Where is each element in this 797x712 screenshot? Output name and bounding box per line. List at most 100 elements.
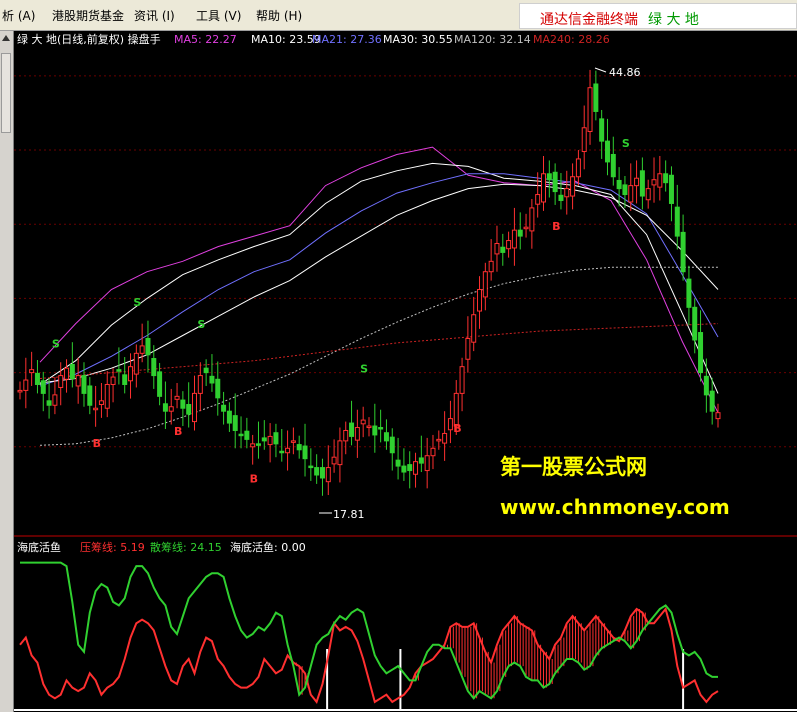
candle-body (366, 425, 372, 429)
brand-box: 通达信金融终端 绿 大 地 (519, 3, 797, 29)
candle-body (215, 378, 221, 399)
candle-body (378, 427, 384, 430)
candle-body (64, 367, 70, 380)
candle-body (459, 366, 465, 394)
candle-body (511, 229, 517, 249)
watermark-title: 第一股票公式网 (500, 455, 647, 479)
candle-body (122, 374, 128, 385)
candle-body (500, 246, 506, 253)
candle-body (570, 176, 576, 197)
candle-body (715, 412, 721, 420)
candle-body (116, 369, 122, 372)
candle-body (23, 379, 29, 391)
candle-body (709, 390, 715, 412)
candle-body (465, 337, 471, 360)
buy-signal: B (93, 437, 101, 450)
candle-body (552, 171, 558, 193)
candle-body (17, 389, 23, 393)
menu-analysis[interactable]: 析 (A) (2, 7, 35, 24)
candle-body (192, 392, 197, 423)
candle-body (296, 444, 302, 451)
candle-body (634, 177, 640, 187)
candle-body (255, 443, 261, 446)
menu-hk-futures-funds[interactable]: 港股期货基金 (52, 7, 124, 24)
candle-body (703, 375, 709, 396)
menu-tools[interactable]: 工具 (V) (196, 7, 241, 24)
candle-body (639, 170, 645, 197)
ma240-label: MA240: 28.26 (533, 33, 610, 46)
candle-body (622, 184, 628, 196)
watermark-url: www.chnmoney.com (500, 495, 730, 519)
main-chart-title: 绿 大 地(日线,前复权) 操盘手 (17, 32, 161, 46)
candle-body (575, 158, 581, 178)
candle-body (29, 369, 35, 374)
candle-body (692, 306, 698, 341)
candle-body (110, 376, 116, 385)
brand-name: 通达信金融终端 (540, 12, 638, 28)
left-scrollbar[interactable] (0, 31, 14, 712)
sell-signal: S (133, 296, 141, 309)
fish-value-label: 海底活鱼: 0.00 (230, 540, 306, 554)
candle-body (308, 465, 314, 469)
candle-body (698, 332, 704, 374)
candle-body (174, 395, 180, 400)
candle-body (587, 87, 593, 132)
ma30-label: MA30: 30.55 (383, 33, 453, 46)
candle-body (529, 207, 535, 232)
candle-body (360, 419, 366, 425)
high-price-label: 44.86 (609, 66, 641, 79)
candle-body (104, 383, 110, 409)
candle-body (87, 385, 93, 406)
scroll-thumb[interactable] (1, 53, 11, 133)
candle-body (98, 400, 104, 406)
candle-body (139, 345, 145, 354)
scroll-up-icon[interactable] (2, 35, 10, 41)
candle-body (319, 467, 325, 479)
candle-body (663, 173, 669, 184)
menu-info[interactable]: 资讯 (I) (134, 7, 175, 24)
chart-area[interactable]: SSSSSBBBBB 绿 大 地(日线,前复权) 操盘手 MA5: 22.27 … (14, 31, 797, 712)
candle-body (302, 445, 308, 460)
candle-body (128, 366, 134, 382)
candle-body (314, 467, 320, 476)
ma10-label: MA10: 23.59 (251, 33, 321, 46)
candle-body (349, 422, 355, 437)
candle-body (680, 231, 686, 273)
candle-body (558, 194, 564, 201)
candle-body (401, 465, 407, 473)
candle-body (686, 278, 692, 308)
candle-body (145, 337, 151, 356)
candle-body (506, 240, 512, 250)
candle-body (418, 457, 424, 464)
candle-body (238, 433, 244, 437)
candle-body (273, 432, 279, 445)
candle-body (133, 352, 139, 375)
candle-body (250, 443, 256, 448)
candle-body (34, 372, 40, 385)
candle-body (337, 440, 343, 466)
candle-body (471, 314, 477, 343)
buy-signal: B (552, 220, 560, 233)
candle-body (93, 407, 99, 411)
candle-body (221, 404, 227, 412)
pressure-line-label: 压筹线: 5.19 (80, 540, 145, 554)
ma5-label: MA5: 22.27 (174, 33, 237, 46)
sell-signal: S (52, 337, 60, 350)
candle-body (285, 447, 291, 454)
candle-body (168, 406, 174, 412)
candle-body (593, 83, 599, 112)
candle-body (383, 432, 389, 442)
candle-body (157, 371, 163, 397)
menu-help[interactable]: 帮助 (H) (256, 7, 302, 24)
candle-body (546, 173, 552, 181)
candle-body (674, 206, 680, 237)
candle-body (389, 436, 395, 454)
candle-body (197, 375, 203, 394)
candle-body (413, 461, 419, 475)
candle-body (244, 430, 250, 440)
candle-body (354, 427, 360, 441)
candle-body (209, 375, 215, 384)
candle-body (535, 194, 541, 205)
candle-body (226, 410, 232, 424)
menu-bar: 析 (A) 港股期货基金 资讯 (I) 工具 (V) 帮助 (H) 通达信金融终… (0, 0, 797, 31)
